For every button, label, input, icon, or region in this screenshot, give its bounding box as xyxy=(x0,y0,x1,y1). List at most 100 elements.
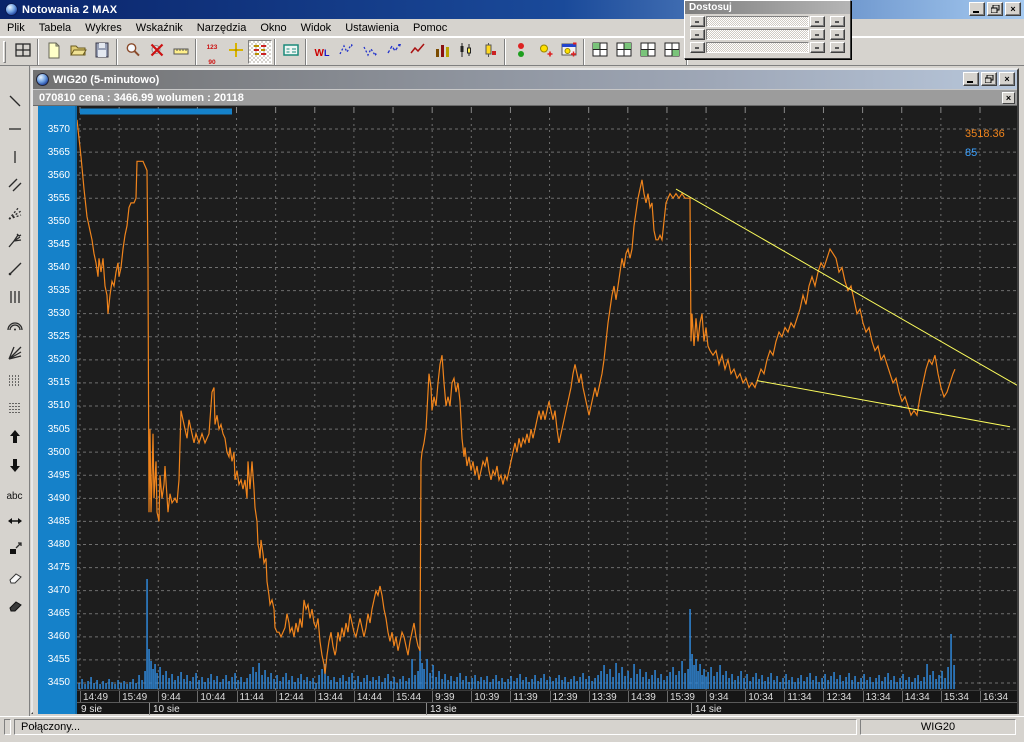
chart-restore-button[interactable] xyxy=(981,72,997,86)
parallel-lines-tool-button[interactable] xyxy=(2,172,28,200)
chart-window-title-bar[interactable]: WIG20 (5-minutowo) × xyxy=(33,70,1017,89)
menu-bar: Plik Tabela Wykres Wskaźnik Narzędzia Okno Wid… xyxy=(0,19,1024,37)
restore-button[interactable] xyxy=(987,2,1003,16)
quote-table-button[interactable] xyxy=(279,40,303,64)
y-axis-label: 3525 xyxy=(47,331,70,343)
dostosuj-title[interactable]: Dostosuj xyxy=(685,1,850,14)
volume-candle-button[interactable] xyxy=(478,40,502,64)
line-chart-red-button[interactable] xyxy=(406,40,430,64)
slider-end-button[interactable] xyxy=(810,41,825,53)
info-close-button[interactable]: × xyxy=(1002,92,1015,104)
layout-quad-br-button[interactable] xyxy=(660,40,684,64)
y-axis-label: 3535 xyxy=(47,285,70,297)
layout-quad-bl-button[interactable] xyxy=(636,40,660,64)
horizontal-range-tool-button[interactable] xyxy=(2,508,28,536)
toolbar-drag-handle[interactable] xyxy=(3,40,6,63)
slider-end-button[interactable] xyxy=(810,15,825,27)
slider-track[interactable] xyxy=(706,28,809,40)
candlestick-button[interactable] xyxy=(454,40,478,64)
chart-minimize-button[interactable] xyxy=(963,72,979,86)
menu-item-wykres[interactable]: Wykres xyxy=(78,20,129,36)
menu-item-wskaźnik[interactable]: Wskaźnik xyxy=(129,20,190,36)
layout-quad-tl-button[interactable] xyxy=(588,40,612,64)
chart-window-icon xyxy=(36,73,49,86)
file-new-icon xyxy=(45,41,63,62)
menu-item-pomoc[interactable]: Pomoc xyxy=(406,20,454,36)
y-axis-label: 3480 xyxy=(47,538,70,550)
zoom-tool-button[interactable] xyxy=(121,40,145,64)
wl-lines-button[interactable]: WL xyxy=(310,40,334,64)
window-marker-add-button[interactable] xyxy=(557,40,581,64)
file-new-button[interactable] xyxy=(42,40,66,64)
fan-lines-tool-button[interactable] xyxy=(2,200,28,228)
text-label-tool-button[interactable]: abc xyxy=(2,480,28,508)
folder-open-button[interactable] xyxy=(66,40,90,64)
date-axis[interactable]: 9 sie 10 sie 13 sie 14 sie xyxy=(77,702,1017,715)
y-axis-label: 3500 xyxy=(47,446,70,458)
close-button[interactable]: × xyxy=(1005,2,1021,16)
time-axis[interactable]: 14:49 15:49 9:44 10:44 11:44 12:44 13:44 14:44 1… xyxy=(77,690,1017,703)
chart-close-button[interactable]: × xyxy=(999,72,1015,86)
y-axis-label: 3530 xyxy=(47,308,70,320)
slider-track[interactable] xyxy=(706,41,809,53)
menu-item-widok[interactable]: Widok xyxy=(294,20,339,36)
plot-area[interactable]: 3518.36 85 14:49 15:49 9:44 10:44 11:44 12:44 1… xyxy=(77,106,1017,715)
file-save-icon xyxy=(93,41,111,62)
gann-fan-tool-button[interactable] xyxy=(2,340,28,368)
slider-thumb[interactable] xyxy=(690,28,705,40)
vertical-lines-3-tool-button[interactable] xyxy=(2,284,28,312)
slider-extra-button[interactable] xyxy=(830,28,845,40)
arrow-down-tool-button[interactable] xyxy=(2,452,28,480)
dots-red-green-button[interactable] xyxy=(509,40,533,64)
scale-marker-tool-button[interactable] xyxy=(2,536,28,564)
ruler-button[interactable] xyxy=(169,40,193,64)
horizontal-range-icon xyxy=(6,512,24,533)
dot-yellow-add-button[interactable] xyxy=(533,40,557,64)
zigzag-blue-1-icon xyxy=(337,41,355,62)
main-toolbar: 123 90 WL xyxy=(0,37,1024,66)
eraser-all-icon xyxy=(6,596,24,617)
y-axis-label: 3490 xyxy=(47,492,70,504)
slider-thumb[interactable] xyxy=(690,41,705,53)
vertical-line-tool-button[interactable] xyxy=(2,144,28,172)
menu-item-ustawienia[interactable]: Ustawienia xyxy=(338,20,406,36)
slider-end-button[interactable] xyxy=(810,28,825,40)
menu-item-plik[interactable]: Plik xyxy=(0,20,32,36)
menu-item-tabela[interactable]: Tabela xyxy=(32,20,78,36)
crosshair-button[interactable] xyxy=(224,40,248,64)
file-save-button[interactable] xyxy=(90,40,114,64)
arrow-up-icon xyxy=(6,428,24,449)
price-chart-canvas[interactable]: 3518.36 85 xyxy=(77,106,1017,690)
digits-setup-button[interactable]: 123 90 xyxy=(200,40,224,66)
zigzag-blue-2-button[interactable] xyxy=(358,40,382,64)
title-bar[interactable]: Notowania 2 MAX × xyxy=(0,0,1024,19)
eraser-tool-button[interactable] xyxy=(2,564,28,592)
y-axis-label: 3520 xyxy=(47,354,70,366)
slider-thumb[interactable] xyxy=(690,15,705,27)
minimize-button[interactable] xyxy=(969,2,985,16)
dostosuj-palette[interactable]: Dostosuj xyxy=(684,0,851,59)
bar-chart-button[interactable] xyxy=(430,40,454,64)
menu-item-okno[interactable]: Okno xyxy=(253,20,293,36)
slider-extra-button[interactable] xyxy=(830,15,845,27)
horizontal-line-tool-button[interactable] xyxy=(2,116,28,144)
fibonacci-timezones-tool-button[interactable] xyxy=(2,396,28,424)
ray-line-tool-button[interactable] xyxy=(2,256,28,284)
fibonacci-arcs-tool-button[interactable] xyxy=(2,312,28,340)
arrow-up-tool-button[interactable] xyxy=(2,424,28,452)
slider-extra-button[interactable] xyxy=(830,41,845,53)
pitchfork-tool-button[interactable] xyxy=(2,228,28,256)
eraser-all-tool-button[interactable] xyxy=(2,592,28,620)
menu-item-narzędzia[interactable]: Narzędzia xyxy=(190,20,254,36)
layout-quad-tr-button[interactable] xyxy=(612,40,636,64)
price-axis[interactable]: 3570 3565 3560 3555 3550 3545 3540 3535 3530 3525… xyxy=(38,106,77,714)
trend-line-tool-button[interactable] xyxy=(2,88,28,116)
zigzag-blue-1-button[interactable] xyxy=(334,40,358,64)
delete-cross-button[interactable] xyxy=(145,40,169,64)
zigzag-blue-3-button[interactable] xyxy=(382,40,406,64)
dash-settings-button[interactable] xyxy=(248,39,272,64)
window-grid-button[interactable] xyxy=(11,40,35,64)
trend-line-icon xyxy=(6,92,24,113)
fibonacci-retracement-tool-button[interactable] xyxy=(2,368,28,396)
slider-track[interactable] xyxy=(706,15,809,27)
